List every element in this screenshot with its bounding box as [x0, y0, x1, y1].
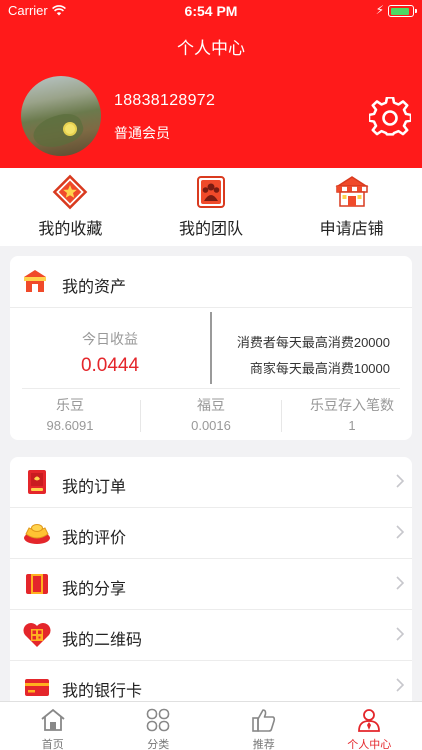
quick-team-label: 我的团队 [179, 221, 244, 238]
stat-fudou-value: 0.0016 [191, 418, 231, 433]
clock: 6:54 PM [184, 3, 238, 19]
merchant-limit-text: 商家每天最高消费10000 [249, 361, 390, 376]
battery-fill [390, 7, 409, 15]
tab-category-label: 分类 [147, 739, 170, 750]
chevron-right-icon [396, 525, 404, 539]
tab-recommend-label: 推荐 [252, 739, 275, 750]
stat-ledou: 乐豆 98.6091 [10, 395, 130, 433]
avatar[interactable] [21, 76, 101, 156]
charging-icon: ⚡ [375, 3, 384, 17]
bank-card-icon [25, 679, 49, 696]
chevron-right-icon [396, 678, 404, 692]
vertical-divider [210, 312, 212, 384]
stat-fudou: 福豆 0.0016 [151, 395, 271, 433]
menu-item-label: 我的分享 [62, 581, 127, 598]
menu-item-label: 我的二维码 [62, 632, 143, 649]
tab-home-label: 首页 [41, 739, 64, 750]
share-envelope-icon [26, 574, 48, 594]
tab-category[interactable]: 分类 [106, 702, 212, 750]
battery-icon [388, 5, 417, 17]
category-icon [146, 708, 170, 732]
stat-ledou-value: 98.6091 [46, 418, 94, 433]
order-book-icon [28, 470, 46, 494]
chevron-right-icon [396, 627, 404, 641]
menu-item-label: 我的银行卡 [62, 683, 143, 700]
stat-divider [140, 400, 141, 432]
menu-item-reviews[interactable]: 我的评价 [10, 508, 412, 559]
profile-header: 个人中心 18838128972 普通会员 [0, 22, 422, 168]
stat-ledou-label: 乐豆 [56, 397, 84, 413]
favorites-star-icon [53, 174, 88, 210]
quick-apply-shop-label: 申请店铺 [319, 221, 384, 238]
tab-recommend[interactable]: 推荐 [211, 702, 317, 750]
today-income-value: 0.0444 [80, 355, 140, 376]
stat-deposit-count-value: 1 [348, 418, 356, 433]
team-icon [197, 176, 225, 208]
assets-header[interactable]: 我的资产 [10, 256, 412, 308]
menu-item-label: 我的订单 [62, 479, 127, 496]
profile-icon [358, 709, 381, 732]
thumbs-up-icon [251, 709, 275, 732]
quick-favorites[interactable]: 我的收藏 [0, 168, 141, 246]
qr-code-heart-icon [23, 623, 51, 647]
quick-favorites-label: 我的收藏 [38, 221, 103, 238]
gold-ingot-icon [24, 524, 50, 544]
assets-title: 我的资产 [62, 279, 127, 296]
home-icon [41, 708, 65, 731]
member-level: 普通会员 [114, 125, 170, 141]
stat-deposit-count: 乐豆存入笔数 1 [292, 395, 412, 433]
horizontal-divider [22, 388, 400, 389]
quick-actions: 我的收藏 我的团队 申请店铺 [0, 168, 422, 246]
quick-apply-shop[interactable]: 申请店铺 [281, 168, 422, 246]
stat-fudou-label: 福豆 [197, 397, 225, 413]
shop-small-icon [24, 270, 46, 292]
chevron-right-icon [396, 576, 404, 590]
tab-bar: 首页 分类 推荐 个人中心 [0, 701, 422, 750]
settings-gear-icon[interactable] [369, 97, 411, 139]
avatar-leaf [29, 108, 87, 154]
chevron-right-icon [396, 474, 404, 488]
page-title: 个人中心 [177, 39, 245, 58]
assets-card: 我的资产 今日收益 0.0444 消费者每天最高消费20000 商家每天最高消费… [10, 256, 412, 440]
status-bar: Carrier 6:54 PM ⚡ [0, 0, 422, 22]
stat-divider [281, 400, 282, 432]
stat-deposit-count-label: 乐豆存入笔数 [310, 397, 394, 413]
user-phone: 18838128972 [114, 92, 216, 109]
quick-team[interactable]: 我的团队 [141, 168, 282, 246]
menu-item-qrcode[interactable]: 我的二维码 [10, 610, 412, 661]
menu-item-label: 我的评价 [62, 530, 127, 547]
menu-item-orders[interactable]: 我的订单 [10, 457, 412, 508]
tab-profile-label: 个人中心 [347, 739, 392, 750]
shop-icon [335, 176, 369, 207]
today-income-label: 今日收益 [82, 331, 138, 347]
consumer-limit-text: 消费者每天最高消费20000 [236, 335, 390, 350]
tab-home[interactable]: 首页 [0, 702, 106, 750]
tab-profile[interactable]: 个人中心 [317, 702, 422, 750]
avatar-flower [65, 124, 75, 134]
menu-item-share[interactable]: 我的分享 [10, 559, 412, 610]
menu-list: 我的订单 我的评价 我的分享 我的二维码 我的银行卡 [10, 457, 412, 710]
